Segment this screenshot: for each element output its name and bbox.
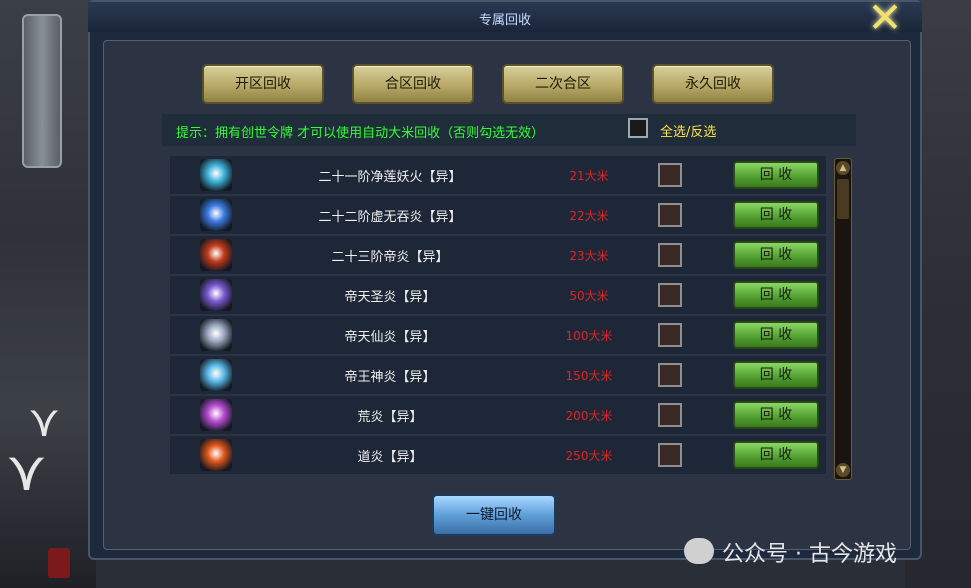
item-price: 100大米 — [565, 329, 613, 343]
item-checkbox[interactable] — [658, 243, 682, 267]
item-name: 帝天仙炎【异】 — [344, 330, 436, 345]
item-name: 二十三阶帝炎【异】 — [331, 250, 449, 265]
item-checkbox[interactable] — [658, 363, 682, 387]
fire-orb-icon — [200, 439, 232, 471]
violet-spirit-icon — [200, 399, 232, 431]
select-all-checkbox[interactable] — [628, 118, 648, 138]
item-price: 150大米 — [565, 369, 613, 383]
list-item: 帝天圣炎【异】 50大米 回 收 — [170, 276, 826, 316]
recycle-button[interactable]: 回 收 — [733, 201, 819, 229]
item-price: 22大米 — [569, 209, 609, 223]
list-scrollbar[interactable]: ▲ ▼ — [834, 158, 852, 480]
recycle-button[interactable]: 回 收 — [733, 281, 819, 309]
item-checkbox[interactable] — [658, 443, 682, 467]
ice-crystal-icon — [200, 359, 232, 391]
item-checkbox[interactable] — [658, 283, 682, 307]
tab-kaiqu[interactable]: 开区回收 — [202, 64, 324, 104]
list-item: 二十二阶虚无吞炎【异】 22大米 回 收 — [170, 196, 826, 236]
tab-yongjiu[interactable]: 永久回收 — [652, 64, 774, 104]
list-item: 二十一阶净莲妖火【异】 21大米 回 收 — [170, 156, 826, 196]
recycle-button[interactable]: 回 收 — [733, 361, 819, 389]
item-price: 200大米 — [565, 409, 613, 423]
item-name: 荒炎【异】 — [357, 410, 423, 425]
crane-icon: ⋎ — [28, 396, 61, 447]
list-item: 荒炎【异】 200大米 回 收 — [170, 396, 826, 436]
tip-text: 提示：拥有创世令牌 才可以使用自动大米回收（否则勾选无效） — [176, 126, 545, 141]
list-item: 二十三阶帝炎【异】 23大米 回 收 — [170, 236, 826, 276]
recycle-button[interactable]: 回 收 — [733, 241, 819, 269]
item-price: 21大米 — [569, 169, 609, 183]
item-name: 二十二阶虚无吞炎【异】 — [318, 210, 462, 225]
item-checkbox[interactable] — [658, 203, 682, 227]
item-list: 二十一阶净莲妖火【异】 21大米回 收二十二阶虚无吞炎【异】 22大米回 收二十三阶… — [170, 156, 826, 480]
tab-hequ[interactable]: 合区回收 — [352, 64, 474, 104]
onekey-recycle-button[interactable]: 一键回收 — [432, 494, 556, 536]
item-name: 帝王神炎【异】 — [344, 370, 436, 385]
watermark-text: 公众号 · 古今游戏 — [722, 542, 897, 567]
crane-icon: ⋎ — [6, 439, 48, 504]
title-bar: 专属回收 — [88, 2, 922, 32]
item-price: 23大米 — [569, 249, 609, 263]
red-demon-icon — [200, 239, 232, 271]
scroll-up-icon[interactable]: ▲ — [836, 161, 850, 175]
item-checkbox[interactable] — [658, 163, 682, 187]
scroll-down-icon[interactable]: ▼ — [836, 463, 850, 477]
recycle-button[interactable]: 回 收 — [733, 161, 819, 189]
recycle-button[interactable]: 回 收 — [733, 441, 819, 469]
recycle-button[interactable]: 回 收 — [733, 321, 819, 349]
close-icon[interactable]: ✕ — [862, 0, 908, 39]
item-price: 250大米 — [565, 449, 613, 463]
item-name: 帝天圣炎【异】 — [344, 290, 436, 305]
scroll-ornament — [22, 2, 62, 178]
wechat-icon — [684, 538, 714, 564]
cyan-flame-icon — [200, 159, 232, 191]
list-item: 帝王神炎【异】 150大米 回 收 — [170, 356, 826, 396]
red-seal — [48, 548, 70, 578]
select-all-label[interactable]: 全选/反选 — [660, 121, 716, 140]
list-item: 帝天仙炎【异】 100大米 回 收 — [170, 316, 826, 356]
item-checkbox[interactable] — [658, 323, 682, 347]
list-item: 道炎【异】 250大米 回 收 — [170, 436, 826, 476]
silver-crest-icon — [200, 319, 232, 351]
purple-orb-icon — [200, 279, 232, 311]
window-title: 专属回收 — [478, 13, 531, 28]
tab-erci-hequ[interactable]: 二次合区 — [502, 64, 624, 104]
recycle-button[interactable]: 回 收 — [733, 401, 819, 429]
item-price: 50大米 — [569, 289, 609, 303]
item-checkbox[interactable] — [658, 403, 682, 427]
item-name: 二十一阶净莲妖火【异】 — [318, 170, 462, 185]
blue-vortex-icon — [200, 199, 232, 231]
scroll-thumb[interactable] — [837, 179, 849, 219]
item-name: 道炎【异】 — [357, 450, 423, 465]
